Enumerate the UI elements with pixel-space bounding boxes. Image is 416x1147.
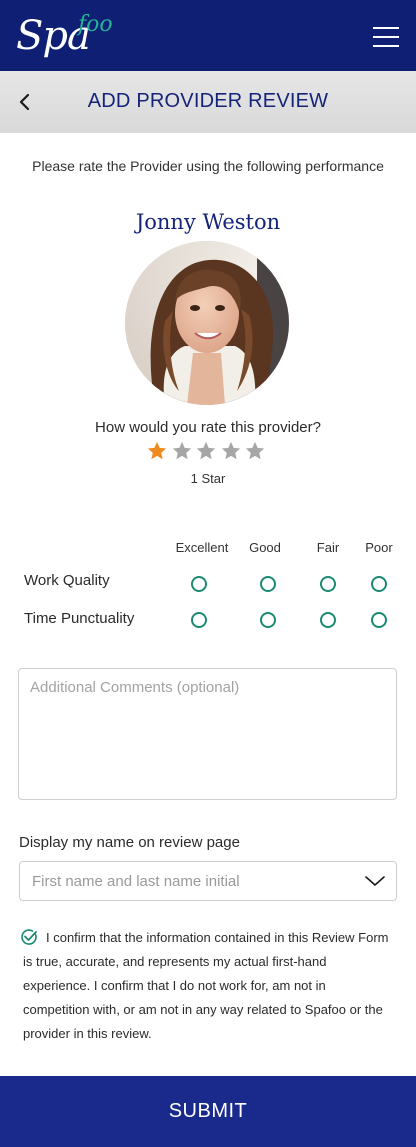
star-3-icon[interactable] — [195, 440, 217, 462]
work-quality-fair-radio[interactable] — [320, 576, 336, 592]
page-header: ADD PROVIDER REVIEW — [0, 71, 416, 133]
hamburger-menu-icon[interactable] — [373, 27, 399, 47]
work-quality-excellent-radio[interactable] — [191, 576, 207, 592]
spafoo-logo[interactable]: Spa foo — [16, 10, 126, 62]
star-5-icon[interactable] — [244, 440, 266, 462]
display-name-selected-value: First name and last name initial — [32, 873, 240, 890]
row-label-time-punctuality: Time Punctuality — [24, 610, 135, 627]
logo-accent-text: foo — [78, 12, 113, 37]
provider-photo — [125, 241, 289, 405]
time-punctuality-excellent-radio[interactable] — [191, 612, 207, 628]
display-name-select[interactable]: First name and last name initial — [19, 861, 397, 901]
confirmation-statement: I confirm that the information contained… — [23, 930, 389, 1041]
provider-name: Jonny Weston — [135, 210, 281, 234]
top-app-bar: Spa foo — [0, 0, 416, 71]
additional-comments-field[interactable] — [18, 668, 397, 800]
time-punctuality-poor-radio[interactable] — [371, 612, 387, 628]
work-quality-poor-radio[interactable] — [371, 576, 387, 592]
star-rating-caption: 1 Star — [190, 471, 226, 486]
provider-avatar — [125, 241, 289, 405]
star-rating — [146, 440, 266, 466]
work-quality-good-radio[interactable] — [260, 576, 276, 592]
star-4-icon[interactable] — [220, 440, 242, 462]
chevron-down-icon — [364, 873, 386, 889]
column-header-fair: Fair — [316, 540, 340, 555]
time-punctuality-fair-radio[interactable] — [320, 612, 336, 628]
star-2-icon[interactable] — [171, 440, 193, 462]
column-header-poor: Poor — [365, 540, 393, 555]
row-label-work-quality: Work Quality — [24, 572, 110, 589]
submit-button[interactable]: SUBMIT — [0, 1076, 416, 1147]
column-header-good: Good — [249, 540, 281, 555]
display-name-label: Display my name on review page — [19, 834, 240, 851]
star-1-icon[interactable] — [146, 440, 168, 462]
time-punctuality-good-radio[interactable] — [260, 612, 276, 628]
rating-instructions: Please rate the Provider using the follo… — [32, 158, 384, 174]
rating-question: How would you rate this provider? — [95, 419, 321, 436]
column-header-excellent: Excellent — [175, 540, 229, 555]
page-title: ADD PROVIDER REVIEW — [87, 90, 329, 112]
